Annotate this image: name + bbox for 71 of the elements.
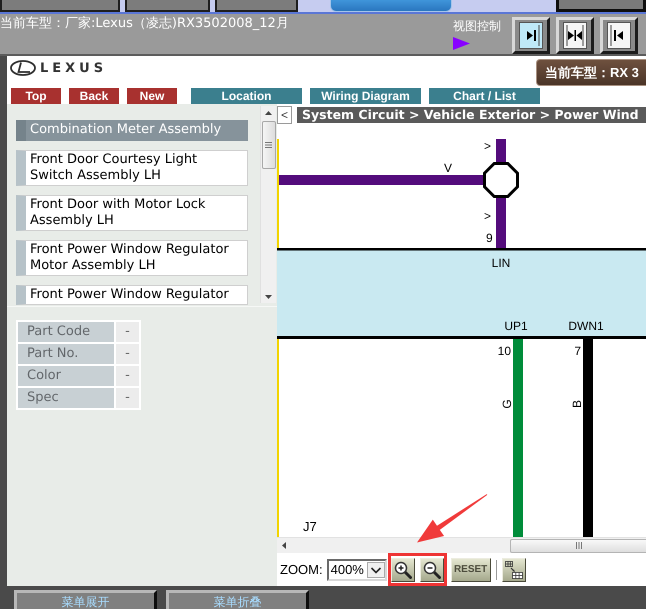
arrow-right-bar-icon — [519, 22, 543, 49]
wire-color-code: V — [444, 161, 452, 175]
reset-button[interactable]: RESET — [450, 558, 491, 582]
view-button[interactable] — [600, 17, 638, 54]
component-list-item[interactable]: Front Power Window Regulator Motor Assembly LH — [16, 240, 248, 276]
arrows-inward-icon — [563, 22, 587, 49]
part-info-value: - — [116, 344, 139, 364]
terminal-name: DWN1 — [568, 319, 604, 333]
nav-button[interactable]: Back — [69, 88, 119, 104]
wire — [496, 196, 506, 248]
zoom-select[interactable]: 400% — [326, 558, 387, 580]
zoom-out-button[interactable] — [420, 558, 444, 582]
emblem-icon — [10, 60, 36, 76]
current-model-banner: 当前车型：RX 3 — [536, 59, 646, 86]
nav-button[interactable]: Wiring Diagram — [310, 88, 421, 104]
connector-code: J7 — [303, 519, 317, 534]
direction-mark: > — [484, 139, 492, 153]
vertical-scrollbar[interactable] — [260, 106, 276, 303]
part-info-label: Part Code — [18, 322, 114, 342]
collapse-button[interactable]: < — [277, 106, 292, 124]
breadcrumb: System Circuit > Vehicle Exterior > Power Wind — [297, 107, 646, 123]
scroll-down-icon — [265, 295, 272, 299]
part-info-value: - — [116, 388, 139, 408]
component-list-item[interactable]: Front Door with Motor Lock Assembly LH — [16, 195, 248, 231]
chevron-down-icon — [366, 562, 385, 578]
horizontal-scrollbar[interactable] — [277, 537, 646, 553]
menu-tab[interactable] — [215, 0, 298, 12]
component-list-item[interactable]: Front Power Window Regulator — [16, 285, 248, 305]
nav-button[interactable]: Chart / List — [429, 88, 540, 104]
component-list-item[interactable]: Front Door Courtesy Light Switch Assembly LH — [16, 150, 248, 186]
terminal-name: UP1 — [504, 319, 528, 333]
triangle-icon — [453, 37, 470, 50]
part-info-value: - — [116, 366, 139, 386]
pin-number: 9 — [486, 231, 493, 245]
zoom-in-button[interactable] — [390, 558, 415, 582]
annotation-arrow — [417, 494, 488, 543]
part-info-value: - — [116, 322, 139, 342]
part-info-label: Spec — [18, 388, 114, 408]
zoom-in-icon — [394, 560, 412, 578]
grids-icon — [504, 560, 523, 578]
menu-tab[interactable] — [0, 0, 120, 12]
zoom-out-icon — [422, 560, 441, 578]
scrollbar-thumb[interactable] — [262, 121, 276, 169]
pin-number: 10 — [498, 344, 511, 358]
nav-button[interactable]: Top — [11, 88, 61, 104]
scroll-left-icon — [282, 542, 286, 549]
view-button[interactable] — [556, 17, 594, 54]
splice-node — [483, 162, 519, 198]
wire-color-code: G — [500, 399, 514, 409]
part-info-label: Part No. — [18, 344, 114, 364]
logo-wordmark: LEXUS — [40, 60, 108, 76]
grip-icon — [265, 142, 272, 148]
scrollbar-thumb[interactable] — [510, 538, 646, 552]
terminal-name: LIN — [492, 256, 510, 270]
menu-tab[interactable] — [125, 0, 210, 12]
current-model-title: 当前车型：厂家:Lexus（凌志)RX3502008_12月 — [0, 15, 290, 32]
menu-tab[interactable] — [556, 0, 646, 12]
arrow-left-bar-icon — [607, 22, 631, 49]
direction-mark: > — [484, 209, 492, 223]
wire — [496, 139, 506, 164]
view-control-label: 视图控制 — [453, 19, 501, 33]
pin-number: 7 — [574, 344, 581, 358]
wire-color-code: B — [570, 400, 584, 408]
zoom-label: ZOOM: — [280, 562, 323, 577]
scroll-up-icon — [265, 111, 272, 115]
nav-button[interactable]: New — [127, 88, 177, 104]
nav-button[interactable]: Location — [191, 88, 302, 104]
grid-button[interactable] — [502, 558, 526, 582]
part-info-label: Color — [18, 366, 114, 386]
view-button[interactable] — [512, 17, 550, 54]
grip-icon — [576, 542, 582, 549]
